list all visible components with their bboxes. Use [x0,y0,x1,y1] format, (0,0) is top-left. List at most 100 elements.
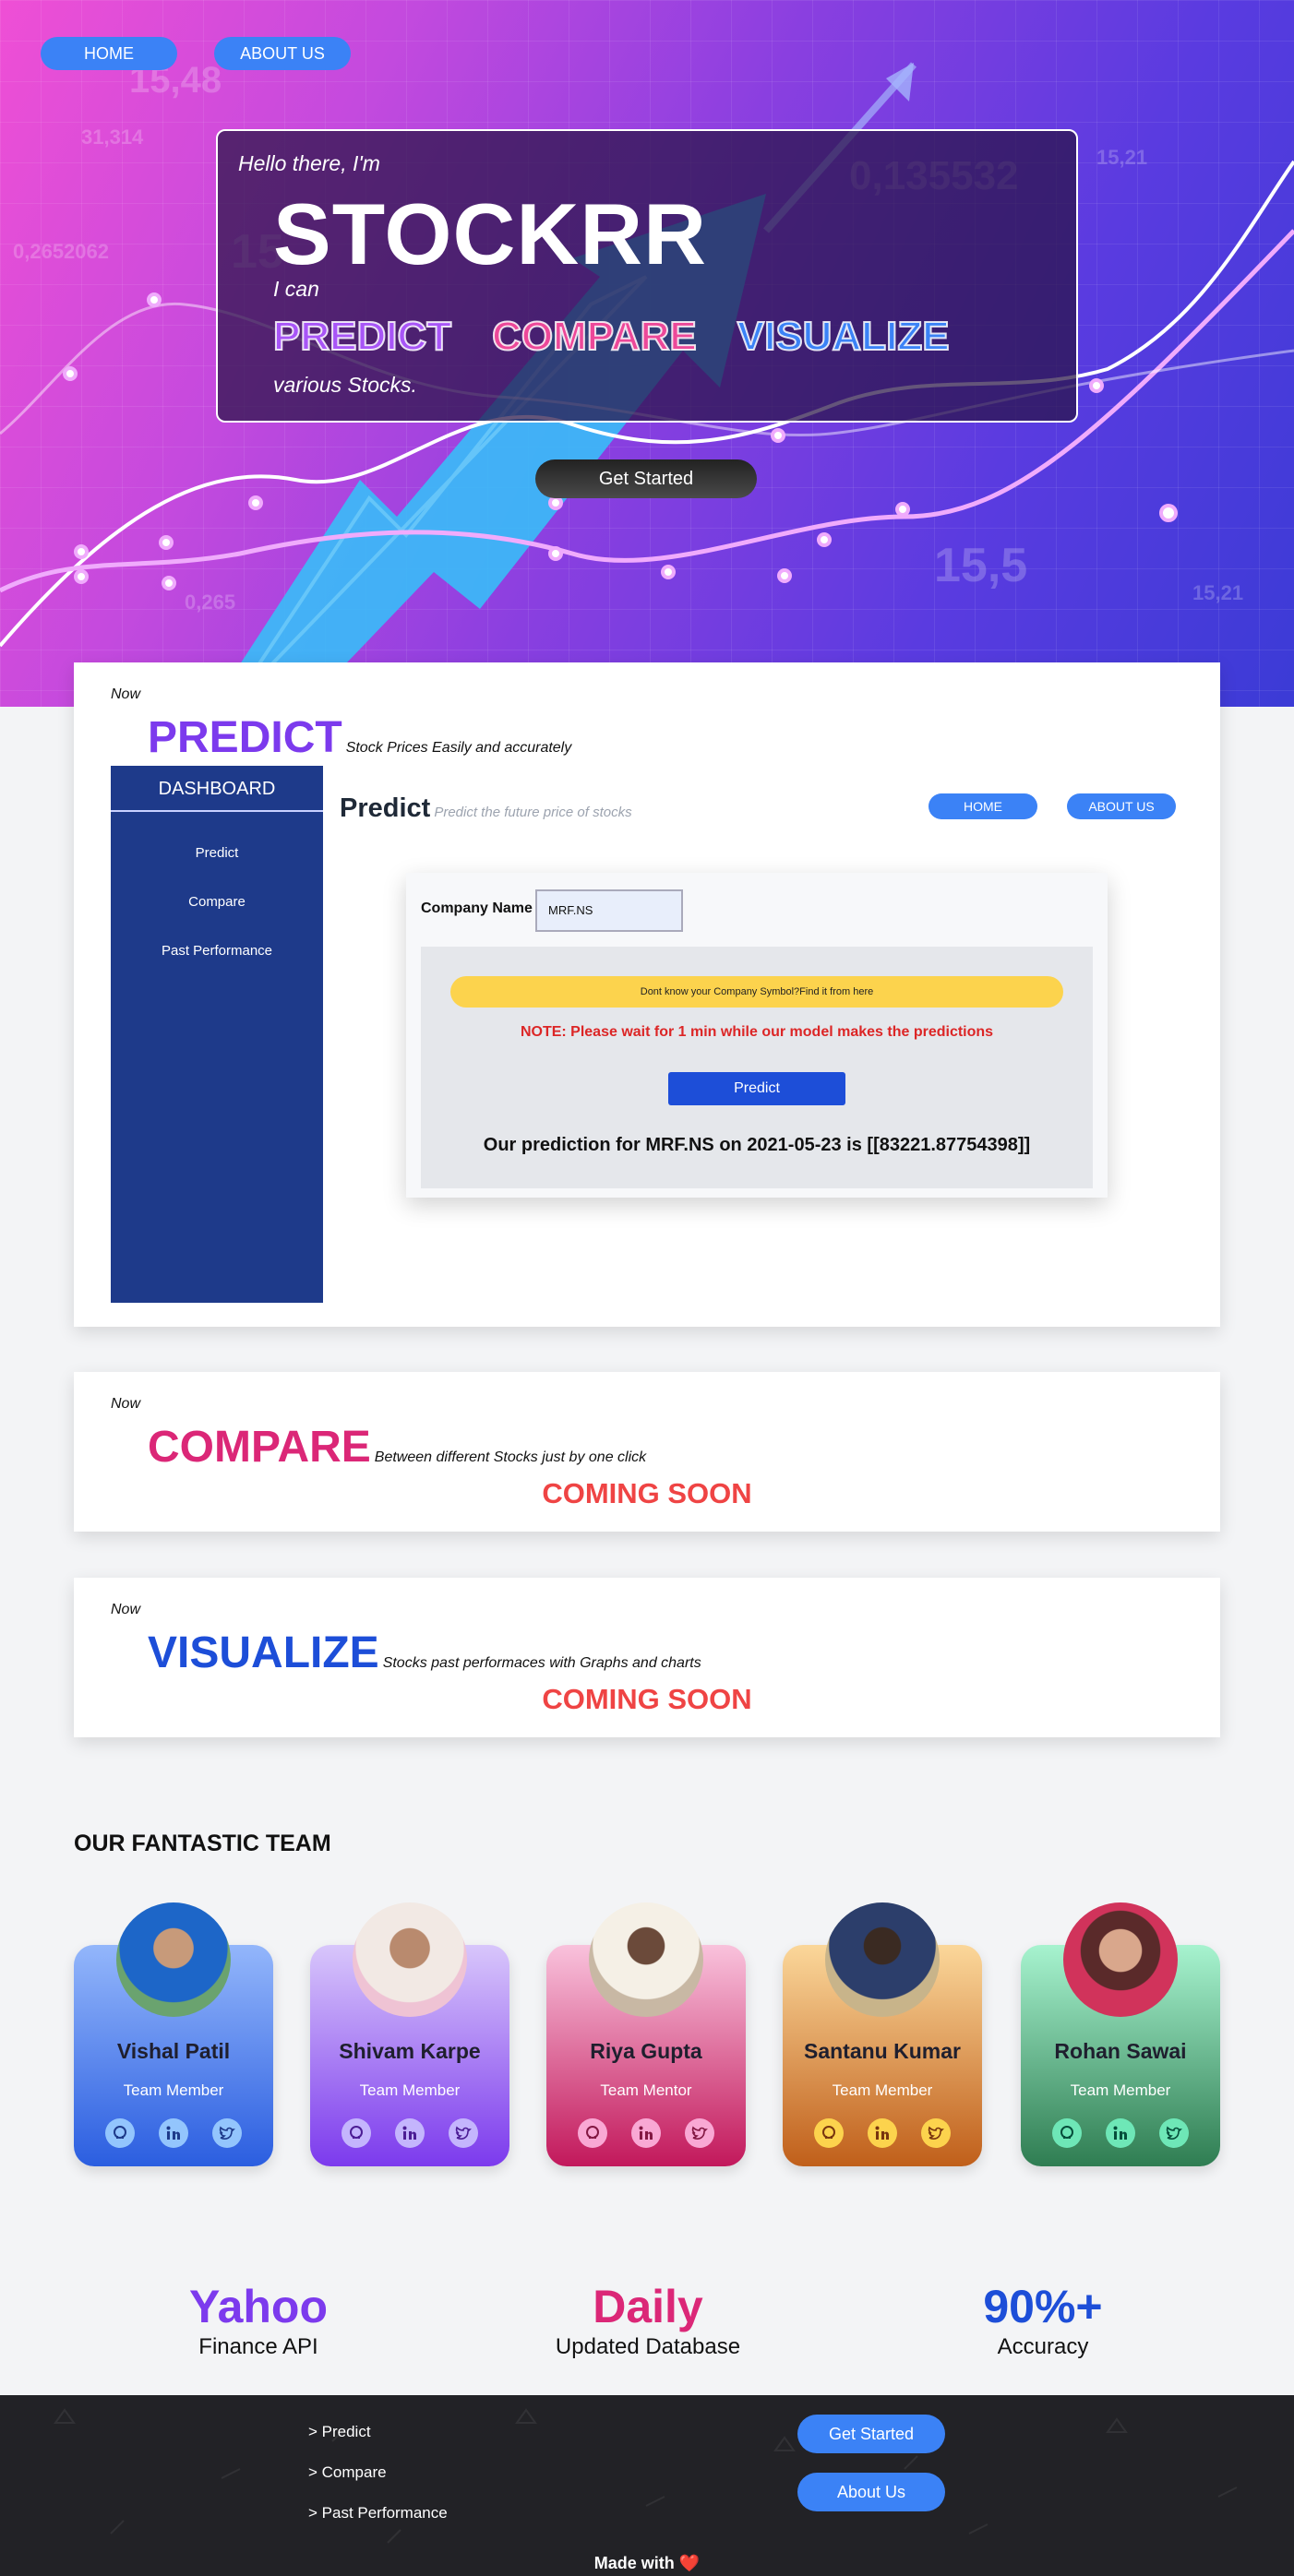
member-role: Team Member [123,2081,224,2099]
team-card: Riya Gupta Team Mentor [546,1902,746,2166]
hero-intro-box: Hello there, I'm STOCKRR I can PREDICT C… [216,129,1078,423]
member-social-links [783,2118,982,2148]
sidebar-item-past-performance[interactable]: Past Performance [111,943,323,959]
verb-visualize: VISUALIZE [737,313,951,360]
member-name: Rohan Sawai [1054,2039,1187,2063]
linkedin-icon[interactable] [159,2118,188,2148]
visualize-title: VISUALIZE [148,1628,379,1677]
stat-yahoo: Yahoo Finance API [120,2281,397,2360]
github-icon[interactable] [578,2118,607,2148]
brand-title: STOCKRR [273,185,708,282]
hero-verbs: PREDICT COMPARE VISUALIZE [272,313,951,360]
dashboard-about-button[interactable]: ABOUT US [1067,793,1176,819]
stat-daily: Daily Updated Database [509,2281,786,2360]
compare-coming-soon: COMING SOON [542,1477,752,1509]
member-social-links [310,2118,509,2148]
dashboard-page-subtitle: Predict the future price of stocks [434,805,632,820]
avatar [1063,1902,1178,2017]
footer-link-past-performance[interactable]: > Past Performance [308,2504,448,2522]
hero-greeting: Hello there, I'm [238,151,380,175]
sidebar-item-compare[interactable]: Compare [111,894,323,910]
footer-about-button[interactable]: About Us [797,2473,945,2511]
compare-title: COMPARE [148,1423,371,1472]
compare-heading: COMPARE Between different Stocks just by … [148,1422,646,1473]
svg-text:31,314: 31,314 [81,125,144,149]
visualize-subtitle: Stocks past performaces with Graphs and … [382,1655,701,1671]
member-role: Team Member [359,2081,461,2099]
hero-various: various Stocks. [273,373,417,397]
avatar [116,1902,231,2017]
sidebar-item-predict[interactable]: Predict [111,845,323,861]
twitter-icon[interactable] [1159,2118,1189,2148]
predict-feature-card: Now PREDICT Stock Prices Easily and accur… [74,662,1220,1327]
dashboard-sidebar-title: DASHBOARD [111,766,323,812]
hero-section: 15,48 31,314 0,2652062 15 0,135532 15,21… [0,0,1294,707]
prediction-result: Our prediction for MRF.NS on 2021-05-23 … [483,1135,1031,1155]
predict-subtitle: Stock Prices Easily and accurately [345,740,572,756]
visualize-coming-soon: COMING SOON [542,1683,752,1715]
github-icon[interactable] [814,2118,844,2148]
dashboard-home-button[interactable]: HOME [929,793,1037,819]
heart-icon: ❤️ [678,2554,701,2572]
predict-title: PREDICT [148,713,342,762]
team-card: Rohan Sawai Team Member [1021,1902,1220,2166]
member-social-links [74,2118,273,2148]
nav-about-button[interactable]: ABOUT US [214,37,351,70]
avatar [589,1902,703,2017]
github-icon[interactable] [341,2118,371,2148]
twitter-icon[interactable] [921,2118,951,2148]
linkedin-icon[interactable] [395,2118,425,2148]
stat-value: Yahoo [188,2281,329,2332]
member-social-links [1021,2118,1220,2148]
compare-subtitle: Between different Stocks just by one cli… [374,1449,647,1465]
compare-feature-card: Now COMPARE Between different Stocks just… [74,1372,1220,1532]
footer-link-compare[interactable]: > Compare [308,2463,387,2482]
member-name: Santanu Kumar [804,2039,961,2063]
member-role: Team Member [832,2081,933,2099]
avatar [353,1902,467,2017]
member-role: Team Mentor [600,2081,692,2099]
linkedin-icon[interactable] [631,2118,661,2148]
svg-text:15,5: 15,5 [934,539,1027,592]
stat-label: Finance API [198,2334,318,2359]
svg-text:0,265: 0,265 [185,590,235,614]
team-card: Shivam Karpe Team Member [310,1902,509,2166]
visualize-heading: VISUALIZE Stocks past performaces with Gr… [148,1628,701,1678]
made-with-label: Made with [593,2554,675,2572]
nav-home-button[interactable]: HOME [41,37,177,70]
github-icon[interactable] [1052,2118,1082,2148]
footer-get-started-button[interactable]: Get Started [797,2415,945,2453]
prediction-form-card: Company Name MRF.NS Dont know your Compa… [406,873,1108,1198]
avatar [825,1902,940,2017]
footer-link-predict[interactable]: > Predict [308,2423,371,2441]
member-name: Shivam Karpe [339,2039,481,2063]
stat-label: Accuracy [997,2334,1089,2359]
hero-get-started-button[interactable]: Get Started [535,459,757,498]
wait-note: NOTE: Please wait for 1 min while our mo… [520,1024,994,1040]
twitter-icon[interactable] [212,2118,242,2148]
company-name-input[interactable]: MRF.NS [535,889,683,932]
predict-now-label: Now [111,686,141,702]
svg-text:0,2652062: 0,2652062 [13,240,109,263]
linkedin-icon[interactable] [868,2118,897,2148]
twitter-icon[interactable] [449,2118,478,2148]
made-with-text: Made with ❤️ [0,2554,1294,2573]
twitter-icon[interactable] [685,2118,714,2148]
predict-button[interactable]: Predict [668,1072,845,1105]
svg-text:15,21: 15,21 [1096,146,1147,169]
team-card: Santanu Kumar Team Member [783,1902,982,2166]
member-name: Vishal Patil [116,2039,231,2063]
find-symbol-link[interactable]: Dont know your Company Symbol?Find it fr… [450,976,1063,1008]
member-social-links [546,2118,746,2148]
stat-value: Daily [593,2281,703,2332]
footer-pattern [54,2408,1238,2544]
team-card: Vishal Patil Team Member [74,1902,273,2166]
team-section-title: OUR FANTASTIC TEAM [74,1831,331,1856]
github-icon[interactable] [105,2118,135,2148]
stat-value: 90%+ [983,2281,1103,2332]
compare-now-label: Now [111,1396,141,1412]
predict-heading: PREDICT Stock Prices Easily and accuratel… [148,712,571,763]
stat-accuracy: 90%+ Accuracy [905,2281,1181,2360]
stat-label: Updated Database [555,2334,741,2359]
linkedin-icon[interactable] [1106,2118,1135,2148]
